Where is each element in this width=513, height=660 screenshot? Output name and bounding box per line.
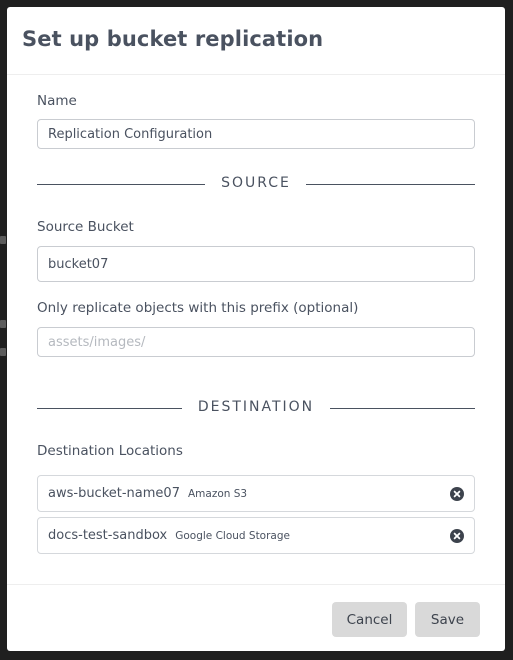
divider-line-right	[306, 184, 475, 185]
destination-provider: Google Cloud Storage	[175, 530, 290, 542]
destination-heading: DESTINATION	[197, 399, 315, 415]
dialog-title: Set up bucket replication	[22, 27, 324, 51]
background-fragment	[0, 236, 6, 244]
destination-location-name: aws-bucket-name07 Amazon S3	[48, 486, 247, 501]
destination-provider: Amazon S3	[187, 488, 248, 500]
close-circle-icon	[453, 532, 461, 540]
destination-bucket-name: aws-bucket-name07	[48, 486, 180, 501]
background-fragment	[0, 348, 6, 356]
source-divider: SOURCE	[37, 175, 475, 195]
cancel-button[interactable]: Cancel	[332, 602, 407, 637]
dialog-header: Set up bucket replication	[7, 7, 505, 75]
destination-divider: DESTINATION	[37, 399, 475, 419]
destination-bucket-name: docs-test-sandbox	[48, 528, 168, 543]
dialog-footer: Cancel Save	[7, 584, 505, 651]
destination-location-name: docs-test-sandbox Google Cloud Storage	[48, 528, 290, 543]
replication-dialog: Set up bucket replication Name SOURCE So…	[7, 7, 505, 651]
source-heading: SOURCE	[221, 175, 291, 191]
divider-line-right	[330, 408, 475, 409]
prefix-label: Only replicate objects with this prefix …	[37, 300, 359, 316]
close-circle-icon	[453, 490, 461, 498]
source-bucket-label: Source Bucket	[37, 219, 134, 235]
name-label: Name	[37, 93, 77, 109]
name-input[interactable]	[37, 119, 475, 149]
destination-locations-label: Destination Locations	[37, 443, 183, 459]
background-fragment	[0, 320, 6, 328]
destination-location-item: docs-test-sandbox Google Cloud Storage	[37, 517, 475, 554]
destination-location-item: aws-bucket-name07 Amazon S3	[37, 475, 475, 512]
source-bucket-input[interactable]	[37, 246, 475, 282]
save-button[interactable]: Save	[415, 602, 480, 637]
remove-destination-button[interactable]	[450, 487, 464, 501]
remove-destination-button[interactable]	[450, 529, 464, 543]
prefix-input[interactable]	[37, 327, 475, 357]
